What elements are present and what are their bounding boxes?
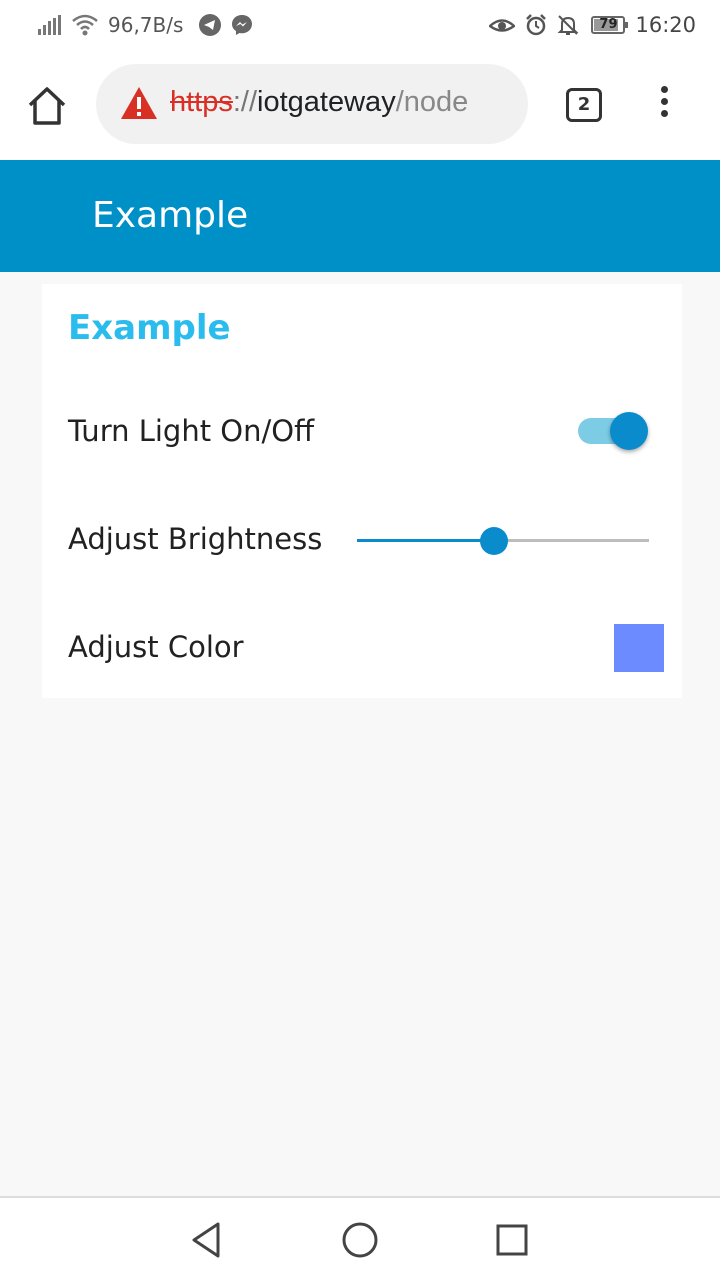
eye-icon bbox=[489, 19, 516, 32]
controls-card: Example Turn Light On/Off Adjust Brightn… bbox=[42, 284, 682, 698]
color-picker-swatch[interactable] bbox=[614, 624, 664, 672]
card-title: Example bbox=[68, 308, 231, 348]
light-toggle[interactable] bbox=[578, 410, 650, 452]
slider-fill bbox=[357, 539, 495, 542]
status-bar-left: 96,7B/s bbox=[38, 10, 263, 40]
signal-icon bbox=[38, 15, 61, 35]
app-header-title: Example bbox=[92, 195, 249, 236]
telegram-icon bbox=[199, 14, 222, 36]
color-label: Adjust Color bbox=[68, 630, 244, 664]
brightness-slider[interactable] bbox=[357, 522, 649, 558]
url-scheme: https bbox=[170, 86, 233, 118]
tab-count: 2 bbox=[577, 94, 591, 115]
app-header: Example bbox=[0, 160, 720, 272]
slider-thumb[interactable] bbox=[480, 527, 509, 555]
back-icon[interactable] bbox=[186, 1220, 226, 1260]
status-bar: 96,7B/s 79 16:20 bbox=[0, 0, 720, 50]
url-path: /node bbox=[395, 86, 469, 118]
tab-switcher-button[interactable]: 2 bbox=[566, 88, 602, 122]
browser-toolbar: https://iotgateway/node 2 bbox=[0, 50, 720, 160]
url-host: iotgateway bbox=[257, 86, 396, 118]
battery-icon: 79 bbox=[591, 16, 629, 34]
brightness-label: Adjust Brightness bbox=[68, 522, 323, 556]
light-toggle-label: Turn Light On/Off bbox=[68, 414, 315, 448]
url-text[interactable]: https://iotgateway/node bbox=[170, 86, 468, 119]
battery-level: 79 bbox=[599, 17, 618, 32]
system-nav-bar bbox=[0, 1196, 720, 1280]
address-bar[interactable]: https://iotgateway/node bbox=[96, 64, 528, 144]
toggle-knob[interactable] bbox=[610, 412, 648, 450]
alarm-icon bbox=[526, 14, 547, 36]
wifi-icon bbox=[72, 14, 98, 36]
recents-icon[interactable] bbox=[492, 1220, 532, 1260]
url-separator: :// bbox=[232, 86, 258, 118]
status-bar-right: 79 16:20 bbox=[479, 10, 696, 40]
home-icon[interactable] bbox=[24, 83, 70, 129]
more-menu-icon[interactable] bbox=[654, 86, 674, 126]
messenger-icon bbox=[232, 15, 253, 35]
network-speed: 96,7B/s bbox=[108, 13, 184, 37]
clock: 16:20 bbox=[635, 13, 696, 37]
security-warning-icon[interactable] bbox=[120, 86, 158, 120]
home-circle-icon[interactable] bbox=[340, 1220, 380, 1260]
notifications-off-icon bbox=[558, 15, 579, 35]
